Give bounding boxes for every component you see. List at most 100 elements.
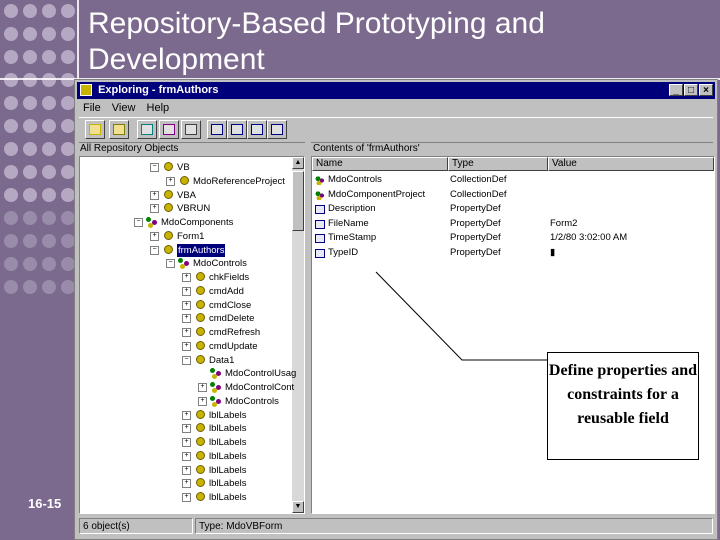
object-icon xyxy=(196,437,205,446)
tree-node[interactable]: + cmdDelete xyxy=(182,312,280,325)
close-button[interactable]: × xyxy=(699,84,713,96)
expand-icon[interactable]: + xyxy=(182,493,191,502)
expand-icon[interactable]: + xyxy=(182,341,191,351)
tree-node[interactable]: − Data1 xyxy=(182,354,280,367)
expand-icon[interactable]: + xyxy=(182,451,191,461)
expand-icon[interactable]: + xyxy=(182,410,191,420)
expand-icon[interactable]: + xyxy=(150,231,159,241)
tree-node[interactable]: − VB xyxy=(150,161,280,174)
expand-icon[interactable]: + xyxy=(182,465,191,475)
collapse-icon[interactable]: − xyxy=(134,218,143,227)
decorative-dot xyxy=(42,280,56,294)
tree-node[interactable]: + Form1 xyxy=(150,230,280,243)
expand-icon[interactable]: + xyxy=(182,479,191,489)
expand-icon[interactable]: + xyxy=(198,383,207,392)
list-pane-header: Contents of 'frmAuthors' xyxy=(313,143,420,154)
expand-icon[interactable]: + xyxy=(182,438,191,447)
expand-icon[interactable]: + xyxy=(182,328,191,337)
tree-node-label: cmdDelete xyxy=(209,313,255,325)
list-row[interactable]: MdoControls CollectionDef xyxy=(312,173,712,187)
tree-node[interactable]: + lblLabels xyxy=(182,436,280,449)
repository-tree[interactable]: ▲ ▼ − VB + MdoReferenceProject + VBA + VBRUN − Md… xyxy=(79,156,305,514)
tree-node[interactable]: − frmAuthors xyxy=(150,243,280,257)
tree-node[interactable]: MdoControlUsag xyxy=(198,367,296,380)
expand-icon[interactable]: + xyxy=(150,204,159,214)
expand-icon[interactable]: + xyxy=(182,286,191,296)
list-view-button[interactable] xyxy=(247,120,267,139)
tree-node[interactable]: + cmdRefresh xyxy=(182,326,280,339)
column-name[interactable]: Name xyxy=(312,157,448,171)
expand-icon[interactable]: + xyxy=(166,176,175,186)
menu-file[interactable]: File xyxy=(83,102,101,114)
list-cell-type: PropertyDef xyxy=(450,217,501,229)
tree-node[interactable]: + MdoControlCont xyxy=(198,381,294,394)
collapse-icon[interactable]: − xyxy=(182,355,191,365)
tree-scrollbar[interactable]: ▲ ▼ xyxy=(292,157,304,513)
minimize-button[interactable]: _ xyxy=(669,84,683,96)
collapse-icon[interactable]: − xyxy=(150,245,159,255)
status-count: 6 object(s) xyxy=(79,518,193,534)
tree-node[interactable]: − MdoControls xyxy=(166,257,280,270)
tree-node[interactable]: − MdoComponents xyxy=(134,216,280,229)
tree-node-label: lblLabels xyxy=(209,478,247,490)
scroll-down-icon[interactable]: ▼ xyxy=(292,501,304,513)
tree-node[interactable]: + lblLabels xyxy=(182,477,280,490)
decorative-dot xyxy=(42,4,56,18)
list-row[interactable]: TimeStamp PropertyDef 1/2/80 3:02:00 AM xyxy=(312,231,712,245)
list-row[interactable]: Description PropertyDef xyxy=(312,202,712,216)
expand-icon[interactable]: + xyxy=(182,424,191,434)
scroll-up-icon[interactable]: ▲ xyxy=(292,157,304,169)
scroll-thumb[interactable] xyxy=(292,171,304,231)
tree-node[interactable]: + lblLabels xyxy=(182,450,280,463)
browse-button[interactable] xyxy=(137,120,157,139)
decorative-dot xyxy=(42,96,56,110)
tree-node[interactable]: + cmdUpdate xyxy=(182,340,280,353)
expand-icon[interactable]: + xyxy=(150,190,159,200)
expand-icon[interactable]: + xyxy=(182,314,191,324)
tree-node[interactable]: + VBRUN xyxy=(150,202,280,215)
tree-node[interactable]: + VBA xyxy=(150,189,280,202)
expand-icon[interactable]: + xyxy=(182,273,191,282)
column-type[interactable]: Type xyxy=(448,157,548,171)
move-button[interactable] xyxy=(159,120,179,139)
tree-node[interactable]: + lblLabels xyxy=(182,464,280,477)
collapse-icon[interactable]: − xyxy=(166,259,175,269)
tree-node[interactable]: + lblLabels xyxy=(182,422,280,435)
tree-node[interactable]: + lblLabels xyxy=(182,491,280,504)
small-buttons-icon[interactable] xyxy=(227,120,247,139)
maximize-button[interactable]: □ xyxy=(684,84,698,96)
tree-node[interactable]: + MdoControls xyxy=(198,395,280,408)
tree-node[interactable]: + cmdAdd xyxy=(182,285,280,298)
decorative-dot xyxy=(42,165,56,179)
list-row[interactable]: MdoComponentProject CollectionDef xyxy=(312,188,712,202)
tree-node[interactable]: + MdoReferenceProject xyxy=(166,175,285,188)
collapse-icon[interactable]: − xyxy=(150,163,159,172)
details-view-button[interactable] xyxy=(267,120,287,139)
menu-help[interactable]: Help xyxy=(147,102,170,114)
expand-icon[interactable]: + xyxy=(198,396,207,406)
decorative-dot-grid xyxy=(0,0,76,310)
collection-icon xyxy=(178,258,191,270)
tree-node-label: lblLabels xyxy=(209,464,247,476)
list-row[interactable]: TypeID PropertyDef ▮ xyxy=(312,246,712,260)
tree-node[interactable]: + lblLabels xyxy=(182,409,280,422)
object-icon xyxy=(164,162,173,171)
tree-node[interactable]: + cmdClose xyxy=(182,299,280,312)
properties-button[interactable] xyxy=(181,120,201,139)
open-button[interactable] xyxy=(109,120,129,139)
object-icon xyxy=(164,189,173,199)
menu-view[interactable]: View xyxy=(112,102,136,114)
tree-node[interactable]: + chkFields xyxy=(182,271,280,284)
list-row[interactable]: FileName PropertyDef Form2 xyxy=(312,217,712,231)
contents-list[interactable]: Name Type Value MdoControls CollectionDef… xyxy=(311,156,715,514)
decorative-dot xyxy=(23,280,37,294)
column-value[interactable]: Value xyxy=(548,157,714,171)
decorative-dot xyxy=(4,4,18,18)
collection-icon xyxy=(146,217,159,228)
expand-icon[interactable]: + xyxy=(182,300,191,310)
up-folder-button[interactable] xyxy=(85,120,105,139)
decorative-dot xyxy=(4,73,18,87)
decorative-dot xyxy=(42,73,56,87)
large-buttons-icon[interactable] xyxy=(207,120,227,139)
window-titlebar[interactable]: Exploring - frmAuthors _ □ × xyxy=(77,82,715,99)
